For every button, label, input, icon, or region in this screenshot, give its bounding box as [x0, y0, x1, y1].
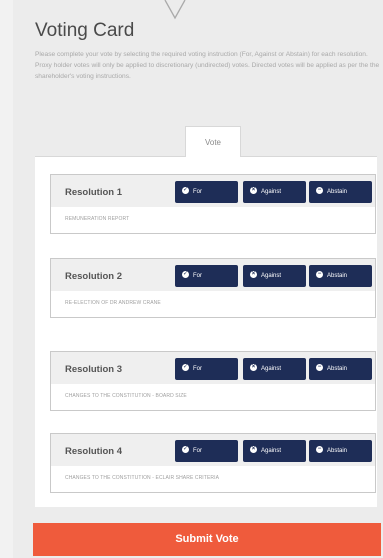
- resolution-header: Resolution 3 ✓ For × Against − Abstain: [51, 352, 375, 384]
- resolution-card: Resolution 4 ✓ For × Against − Abstain CHAN…: [50, 433, 376, 493]
- resolution-description: CHANGES TO THE CONSTITUTION - ECLAIR SHA…: [65, 475, 220, 481]
- resolution-description: CHANGES TO THE CONSTITUTION - BOARD SIZE: [65, 393, 187, 399]
- minus-icon: −: [316, 270, 323, 278]
- for-button[interactable]: ✓ For: [175, 181, 238, 203]
- resolution-title: Resolution 1: [65, 187, 123, 198]
- check-icon: ✓: [182, 363, 189, 371]
- resolution-title: Resolution 4: [65, 446, 123, 457]
- abstain-button[interactable]: − Abstain: [309, 358, 372, 380]
- resolution-description: REMUNERATION REPORT: [65, 216, 130, 222]
- resolution-header: Resolution 4 ✓ For × Against − Abstain: [51, 434, 375, 466]
- resolutions-panel: Resolution 1 ✓ For × Against − Abstain REMU…: [35, 157, 377, 507]
- submit-vote-button[interactable]: Submit Vote: [33, 523, 381, 556]
- check-icon: ✓: [182, 445, 189, 453]
- check-icon: ✓: [182, 270, 189, 278]
- against-button[interactable]: × Against: [243, 358, 306, 380]
- arrow-down-icon: [164, 0, 186, 20]
- minus-icon: −: [316, 186, 323, 194]
- cross-icon: ×: [250, 186, 257, 194]
- abstain-button[interactable]: − Abstain: [309, 265, 372, 287]
- cross-icon: ×: [250, 363, 257, 371]
- minus-icon: −: [316, 445, 323, 453]
- for-button[interactable]: ✓ For: [175, 358, 238, 380]
- abstain-button[interactable]: − Abstain: [309, 440, 372, 462]
- abstain-button[interactable]: − Abstain: [309, 181, 372, 203]
- minus-icon: −: [316, 363, 323, 371]
- cross-icon: ×: [250, 445, 257, 453]
- tab-vote[interactable]: Vote: [185, 126, 241, 158]
- check-icon: ✓: [182, 186, 189, 194]
- against-button[interactable]: × Against: [243, 440, 306, 462]
- resolution-header: Resolution 1 ✓ For × Against − Abstain: [51, 175, 375, 207]
- cross-icon: ×: [250, 270, 257, 278]
- resolution-title: Resolution 3: [65, 364, 123, 375]
- voting-card: Voting Card Please complete your vote by…: [13, 0, 383, 558]
- resolution-card: Resolution 1 ✓ For × Against − Abstain REMU…: [50, 174, 376, 234]
- resolution-title: Resolution 2: [65, 271, 123, 282]
- resolution-card: Resolution 3 ✓ For × Against − Abstain CHAN…: [50, 351, 376, 411]
- tab-bar: Vote: [35, 126, 377, 158]
- resolution-description: RE-ELECTION OF DR ANDREW CRANE: [65, 300, 161, 306]
- instructions-text: Please complete your vote by selecting t…: [35, 51, 380, 80]
- for-button[interactable]: ✓ For: [175, 265, 238, 287]
- page-title: Voting Card: [35, 20, 135, 41]
- for-button[interactable]: ✓ For: [175, 440, 238, 462]
- resolution-header: Resolution 2 ✓ For × Against − Abstain: [51, 259, 375, 291]
- against-button[interactable]: × Against: [243, 181, 306, 203]
- against-button[interactable]: × Against: [243, 265, 306, 287]
- resolution-card: Resolution 2 ✓ For × Against − Abstain RE-E…: [50, 258, 376, 318]
